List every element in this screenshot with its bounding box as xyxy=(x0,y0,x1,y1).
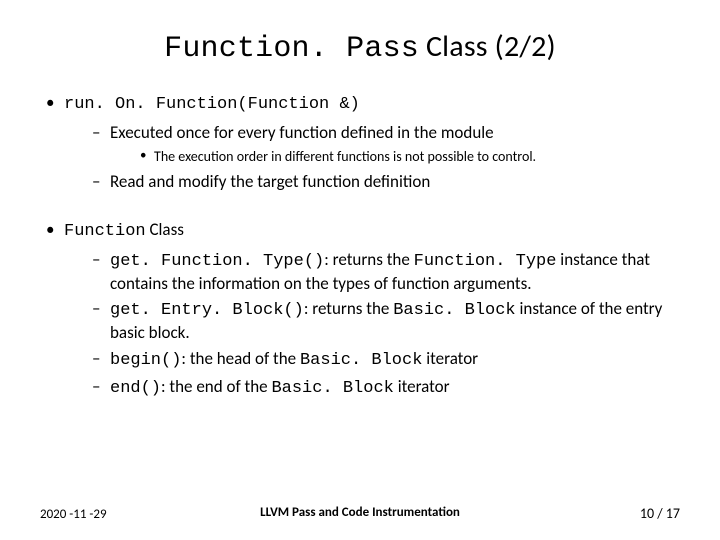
b24-c2: Basic. Block xyxy=(271,379,393,398)
b23-c2: Basic. Block xyxy=(300,351,422,370)
bullet-1-2: Read and modify the target function defi… xyxy=(92,171,680,193)
bullet-1: run. On. Function(Function &) Executed o… xyxy=(40,92,680,193)
bullet-1-2-text: Read and modify the target function defi… xyxy=(110,171,430,192)
b22-t1: : returns the xyxy=(304,298,393,319)
slide-content: run. On. Function(Function &) Executed o… xyxy=(40,92,680,399)
bullet-1-1: Executed once for every function defined… xyxy=(92,122,680,166)
bullet-1-1-text: Executed once for every function defined… xyxy=(110,122,494,143)
bullet-1-code: run. On. Function(Function &) xyxy=(64,95,360,114)
bullet-2: Function Class get. Function. Type(): re… xyxy=(40,219,680,399)
b24-t1: : the end of the xyxy=(161,376,271,397)
b23-c1: begin() xyxy=(110,351,181,370)
slide: Function. Pass Class (2/2) run. On. Func… xyxy=(0,0,720,540)
bullet-2-1: get. Function. Type(): returns the Funct… xyxy=(92,249,680,295)
footer-center: LLVM Pass and Code Instrumentation xyxy=(0,505,720,520)
footer: 2020 -11 -29 LLVM Pass and Code Instrume… xyxy=(0,505,720,522)
bullet-2-2: get. Entry. Block(): returns the Basic. … xyxy=(92,298,680,344)
b21-c1: get. Function. Type() xyxy=(110,252,324,271)
b21-t1: : returns the xyxy=(324,249,413,270)
bullet-2-4: end(): the end of the Basic. Block itera… xyxy=(92,376,680,400)
bullet-1-1-1-text: The execution order in different functio… xyxy=(154,148,536,165)
title-rest: Class (2/2) xyxy=(419,28,556,65)
b21-c2: Function. Type xyxy=(414,252,557,271)
b23-t1: : the head of the xyxy=(181,348,300,369)
b23-t2: iterator xyxy=(422,348,478,369)
bullet-2-code: Function xyxy=(64,222,146,241)
bullet-2-text: Class xyxy=(146,219,184,240)
b24-t2: iterator xyxy=(394,376,450,397)
b24-c1: end() xyxy=(110,379,161,398)
title-code: Function. Pass xyxy=(164,32,419,66)
bullet-1-1-1: The execution order in different functio… xyxy=(140,148,680,166)
bullet-2-3: begin(): the head of the Basic. Block it… xyxy=(92,348,680,372)
b22-c2: Basic. Block xyxy=(393,301,515,320)
slide-title: Function. Pass Class (2/2) xyxy=(40,28,680,66)
b22-c1: get. Entry. Block() xyxy=(110,301,304,320)
